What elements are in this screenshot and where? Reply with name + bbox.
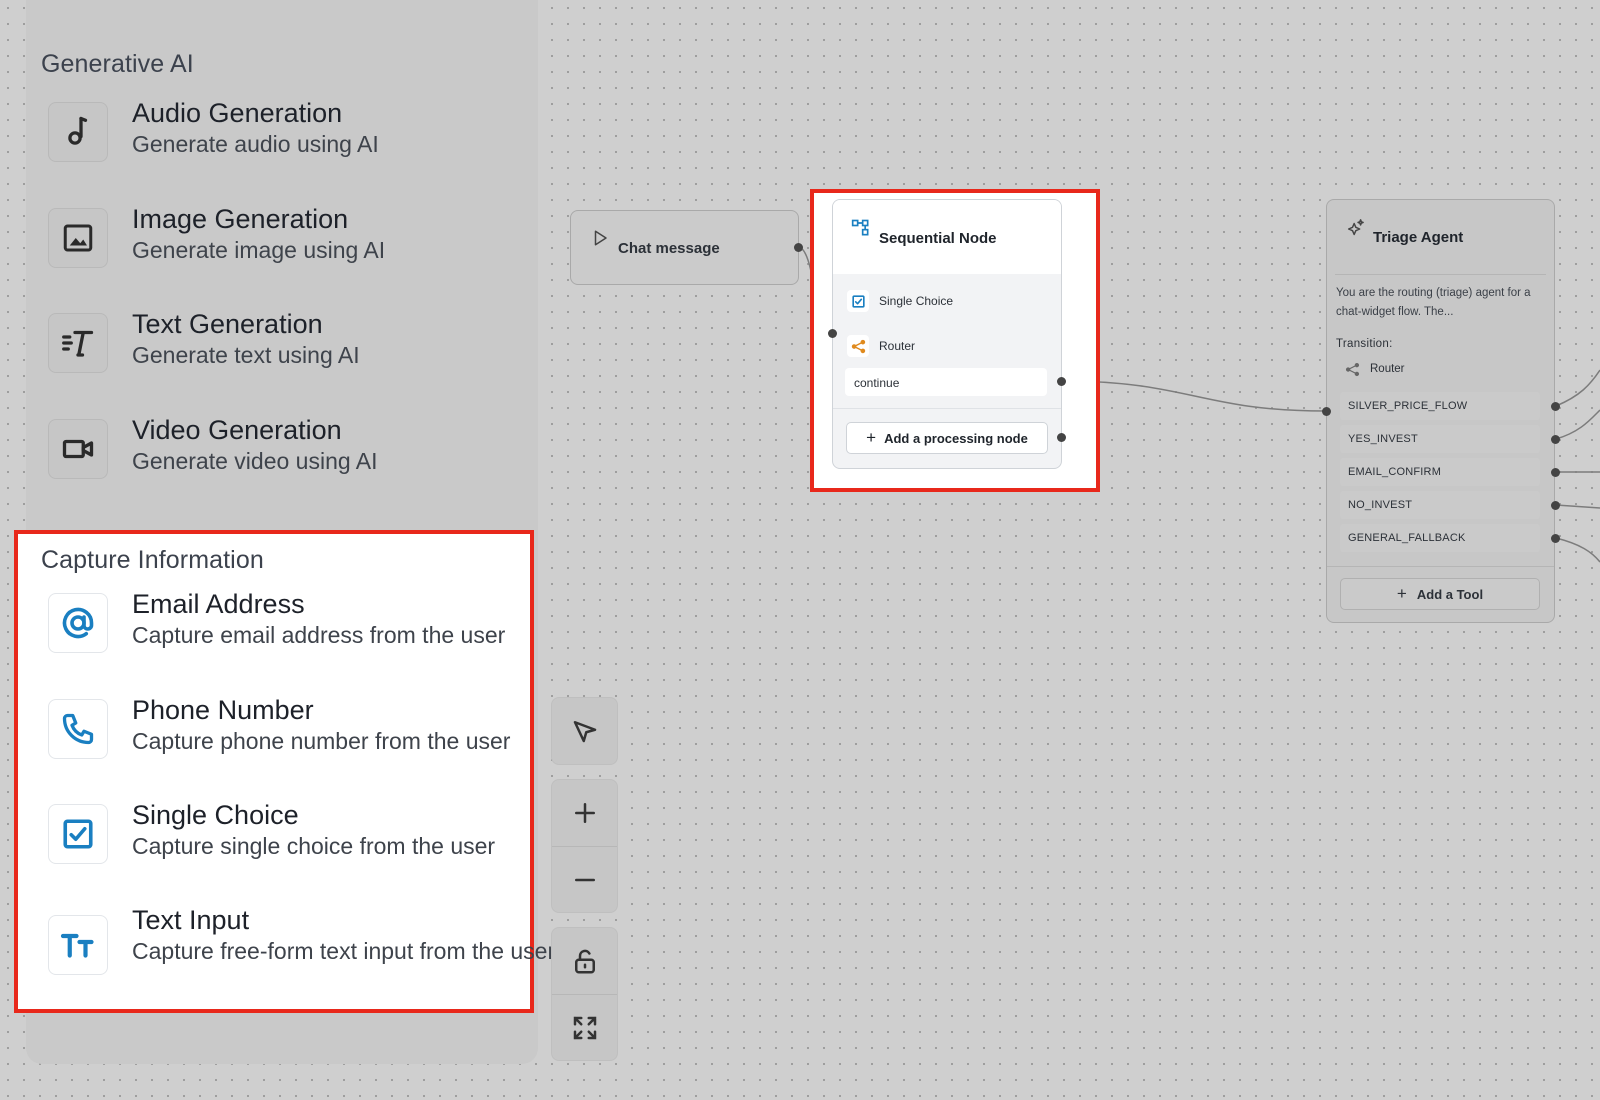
route-handle[interactable] (1551, 534, 1560, 543)
route-item[interactable]: EMAIL_CONFIRM (1340, 458, 1540, 486)
route-item[interactable]: GENERAL_FALLBACK (1340, 524, 1540, 552)
route-item[interactable]: SILVER_PRICE_FLOW (1340, 392, 1540, 420)
chat-message-node[interactable]: Chat message (570, 210, 799, 285)
output-handle-add[interactable] (1057, 433, 1066, 442)
button-label: Add a processing node (884, 430, 1028, 446)
plus-icon: + (1396, 584, 1407, 603)
route-handle[interactable] (1551, 501, 1560, 510)
step-label: Single Choice (879, 294, 954, 308)
sequential-icon (851, 219, 869, 236)
step-single-choice[interactable]: Single Choice (847, 288, 953, 314)
route-handle[interactable] (1551, 435, 1560, 444)
step-label: Router (879, 339, 916, 353)
router-label: Router (1370, 363, 1405, 375)
step-router[interactable]: Router (847, 333, 915, 359)
route-handle[interactable] (1551, 402, 1560, 411)
route-item[interactable]: YES_INVEST (1340, 425, 1540, 453)
input-handle[interactable] (1322, 407, 1331, 416)
router-icon (1345, 362, 1360, 376)
divider (833, 408, 1061, 409)
route-handle[interactable] (1551, 468, 1560, 477)
route-item[interactable]: NO_INVEST (1340, 491, 1540, 519)
agent-description: You are the routing (triage) agent for a… (1336, 287, 1531, 318)
output-handle[interactable] (794, 243, 803, 252)
output-continue: continue (845, 368, 1047, 396)
router-icon (847, 335, 869, 357)
input-handle[interactable] (828, 329, 837, 338)
sequential-node[interactable]: Sequential Node Single Choice Router con… (832, 199, 1062, 469)
node-title: Triage Agent (1373, 229, 1464, 246)
sparkle-icon (1347, 219, 1364, 236)
router-row: Router (1345, 358, 1405, 380)
divider (1327, 566, 1554, 567)
add-tool-button[interactable]: + Add a Tool (1340, 578, 1540, 610)
play-icon (594, 230, 607, 246)
triage-agent-node[interactable]: Triage Agent You are the routing (triage… (1326, 199, 1555, 623)
button-label: Add a Tool (1416, 586, 1484, 602)
plus-icon: + (866, 428, 877, 447)
node-header: Sequential Node (833, 200, 1061, 274)
node-title: Sequential Node (879, 230, 997, 247)
divider (1335, 274, 1546, 275)
node-label: Chat message (618, 240, 720, 257)
output-handle-continue[interactable] (1057, 377, 1066, 386)
transition-label: Transition: (1336, 338, 1393, 350)
checkbox-icon (847, 290, 869, 312)
add-processing-node-button[interactable]: + Add a processing node (846, 422, 1048, 454)
